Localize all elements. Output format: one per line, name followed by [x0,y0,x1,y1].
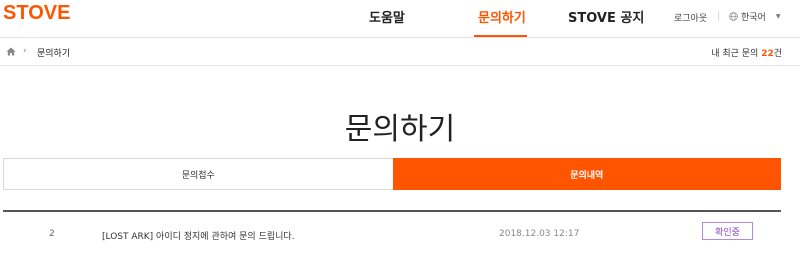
breadcrumb: › 문의하기 내 최근 문의 22건 [0,38,800,66]
language-selector[interactable]: 한국어 ▼ [729,10,780,23]
recent-prefix: 내 최근 문의 [711,49,762,59]
inquiry-number: 2 [49,229,55,239]
nav-help[interactable]: 도움말 [369,7,405,37]
list-divider [3,210,781,212]
recent-suffix: 건 [773,49,782,59]
language-label: 한국어 [741,13,766,23]
tab-inquiry-history[interactable]: 문의내역 [392,158,781,190]
inquiry-subject[interactable]: [LOST ARK] 아이디 정지에 관하여 문의 드립니다. [102,229,295,242]
top-navigation-bar: STOVE 도움말 문의하기 STOVE 공지 로그아웃 한국어 ▼ [0,0,800,38]
chevron-right-icon: › [23,46,27,56]
logout-link[interactable]: 로그아웃 [674,11,707,24]
inquiry-date: 2018.12.03 12:17 [499,229,580,239]
breadcrumb-current: 문의하기 [37,49,71,59]
status-badge: 확인중 [702,222,753,240]
recent-inquiry-count[interactable]: 내 최근 문의 22건 [711,46,782,59]
nav-inquiry[interactable]: 문의하기 [478,7,526,37]
page-title: 문의하기 [344,112,456,147]
table-row[interactable]: 2 [LOST ARK] 아이디 정지에 관하여 문의 드립니다. 2018.1… [3,213,781,253]
tab-submit-inquiry[interactable]: 문의접수 [3,158,393,190]
nav-stove-notice[interactable]: STOVE 공지 [568,7,644,37]
home-icon[interactable] [6,47,16,56]
active-nav-indicator [474,35,527,37]
globe-icon [729,12,738,21]
divider [718,11,719,21]
inquiry-tabs: 문의접수 문의내역 [3,158,781,190]
stove-logo[interactable]: STOVE [3,2,70,25]
caret-down-icon: ▼ [775,13,781,20]
recent-count: 22 [761,49,774,59]
